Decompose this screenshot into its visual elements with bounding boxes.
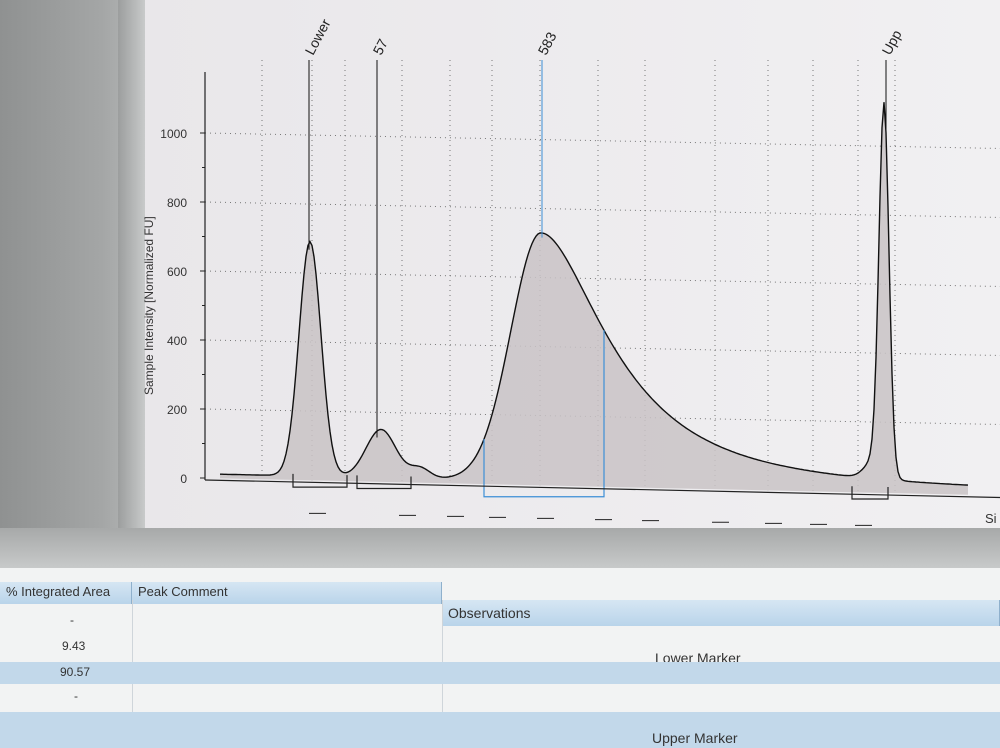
area-cell: 9.43 [62, 639, 86, 653]
y-tick-label: 200 [167, 403, 187, 417]
y-tick-label: 400 [167, 334, 187, 348]
table-row[interactable]: Upper Marker [0, 712, 1000, 748]
observation-cell: Upper Marker [652, 730, 738, 746]
table-row[interactable]: 90.57 [0, 662, 1000, 684]
chart-svg: Lower 57 583 Upp 02004006008001000Sample In… [142, 0, 1000, 530]
y-tick-label: 1000 [160, 127, 187, 141]
area-cell: 90.57 [60, 665, 91, 679]
area-cell: - [74, 689, 78, 703]
table-row[interactable]: - [0, 686, 1000, 708]
col-header-area[interactable]: % Integrated Area [0, 582, 132, 604]
area-cell: - [70, 613, 74, 627]
y-tick-label: 0 [180, 472, 187, 486]
table-row[interactable]: 9.43 Lower Marker [0, 636, 1000, 666]
y-tick-label: 800 [167, 196, 187, 210]
y-axis-label: Sample Intensity [Normalized FU] [142, 216, 156, 395]
panel-separator [0, 528, 1000, 570]
x-axis-label: Si [985, 511, 997, 526]
col-header-comment[interactable]: Peak Comment [132, 582, 442, 604]
y-tick-label: 600 [167, 265, 187, 279]
table-row[interactable]: - [0, 610, 1000, 632]
